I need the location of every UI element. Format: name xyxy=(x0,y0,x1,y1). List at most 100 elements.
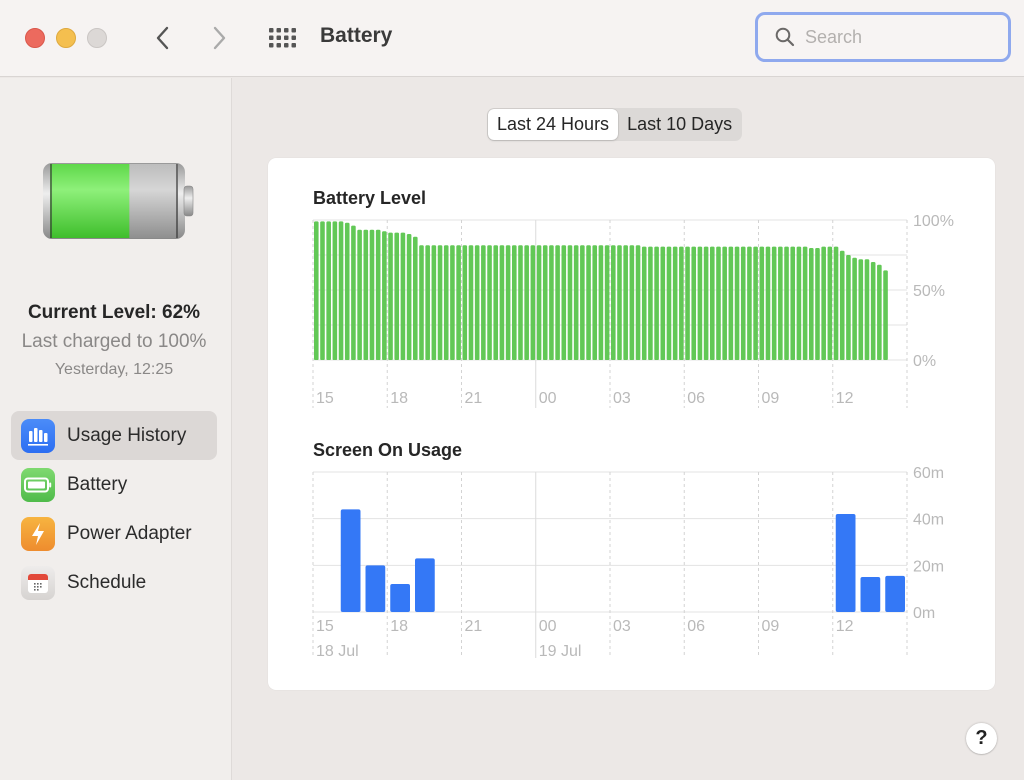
screen-y-tick-label: 20m xyxy=(913,558,944,575)
zoom-window-button[interactable] xyxy=(87,28,107,48)
battery-level-bar xyxy=(456,245,461,360)
battery-level-bar xyxy=(611,245,616,360)
battery-level-bar xyxy=(375,229,381,360)
battery-level-bar xyxy=(425,245,430,360)
battery-level-bar xyxy=(505,245,511,360)
battery-level-bar xyxy=(314,221,319,360)
battery-level-bar xyxy=(666,246,672,360)
screen-usage-bar xyxy=(390,584,410,612)
battery-level-graphic xyxy=(43,161,195,246)
time-range-segmented-control: Last 24 Hours Last 10 Days xyxy=(487,108,743,141)
last-charged-text: Last charged to 100% xyxy=(21,331,207,352)
battery-level-bar xyxy=(592,245,598,360)
battery-level-bar xyxy=(771,246,777,360)
sidebar-item-power-adapter[interactable]: Power Adapter xyxy=(11,509,217,558)
battery-x-tick-label: 06 xyxy=(687,390,705,407)
battery-level-bar xyxy=(654,246,659,360)
screen-usage-bar xyxy=(365,565,386,612)
battery-level-bar xyxy=(685,246,690,360)
battery-level-bar xyxy=(604,245,610,360)
battery-level-bar xyxy=(400,232,406,360)
sidebar-item-label: Battery xyxy=(67,473,128,495)
help-button[interactable]: ? xyxy=(966,723,997,754)
battery-level-bar xyxy=(753,246,758,360)
battery-level-bar xyxy=(833,246,839,360)
battery-level-bar xyxy=(728,246,734,360)
battery-level-bar xyxy=(338,221,344,360)
show-all-button[interactable] xyxy=(268,26,298,50)
battery-level-bar xyxy=(573,245,579,360)
battery-x-tick-label: 21 xyxy=(465,390,483,407)
battery-level-bar xyxy=(542,245,548,360)
battery-level-bar xyxy=(623,245,628,360)
current-level-text: Current Level: 62% xyxy=(27,302,201,323)
search-field[interactable] xyxy=(755,12,1011,62)
screen-usage-bar xyxy=(835,514,856,612)
sidebar-nav: Usage History Battery Power Adapter Sche… xyxy=(11,411,217,607)
battery-level-bar xyxy=(846,255,851,360)
battery-y-tick-label: 50% xyxy=(913,283,945,300)
grid-icon xyxy=(269,28,296,48)
last-charged-time: Yesterday, 12:25 xyxy=(54,361,174,378)
search-input[interactable] xyxy=(805,26,995,48)
schedule-icon xyxy=(21,565,55,600)
battery-level-bar xyxy=(567,245,573,360)
battery-level-bar xyxy=(363,229,369,360)
screen-usage-bar xyxy=(415,558,435,612)
screen-x-tick-label: 09 xyxy=(762,618,780,635)
battery-y-tick-label: 100% xyxy=(913,213,954,230)
battery-level-bar xyxy=(617,245,622,360)
battery-level-bar xyxy=(474,245,480,360)
battery-x-tick-label: 03 xyxy=(613,390,631,407)
battery-level-bar xyxy=(586,245,591,360)
sidebar-item-label: Schedule xyxy=(67,571,147,593)
battery-level-bar xyxy=(790,246,796,360)
screen-x-tick-label: 00 xyxy=(539,618,557,635)
battery-level-bar xyxy=(740,246,746,360)
screen-x-tick-label: 12 xyxy=(836,618,854,635)
battery-level-bar xyxy=(864,259,870,360)
battery-level-bar xyxy=(406,234,412,360)
forward-button[interactable] xyxy=(208,22,232,54)
battery-level-bar xyxy=(672,246,678,360)
battery-level-bar xyxy=(388,232,393,360)
battery-level-bar xyxy=(778,246,783,360)
battery-level-bar xyxy=(747,246,752,360)
screen-usage-bar xyxy=(860,577,881,612)
screen-date-label: 18 Jul xyxy=(316,643,359,660)
chevron-left-icon xyxy=(156,26,169,50)
chevron-right-icon xyxy=(213,26,226,50)
battery-level-bar xyxy=(734,246,740,360)
battery-level-bar xyxy=(796,246,802,360)
battery-level-bar xyxy=(344,222,350,360)
back-button[interactable] xyxy=(150,22,174,54)
screen-on-usage-chart: 0m 20m 40m 60m 15 18 21 00 03 06 09 12 18 Jul 19 Jul xyxy=(312,465,944,660)
battery-level-bar xyxy=(369,229,375,360)
battery-level-bar xyxy=(784,246,789,360)
battery-level-bar xyxy=(549,245,554,360)
minimize-window-button[interactable] xyxy=(56,28,76,48)
battery-level-bar xyxy=(351,225,356,360)
sidebar-item-battery[interactable]: Battery xyxy=(11,460,217,509)
sidebar-item-schedule[interactable]: Schedule xyxy=(11,558,217,607)
screen-usage-bar xyxy=(885,575,905,612)
battery-level-chart: 0% 50% 100% 15 18 21 00 03 06 09 12 xyxy=(312,213,954,408)
close-window-button[interactable] xyxy=(25,28,45,48)
battery-level-bar xyxy=(629,245,635,360)
battery-icon xyxy=(21,467,55,502)
tab-last-24-hours[interactable]: Last 24 Hours xyxy=(488,109,619,140)
battery-level-bar xyxy=(710,246,715,360)
sidebar-item-usage-history[interactable]: Usage History xyxy=(11,411,217,460)
battery-level-bar xyxy=(462,245,468,360)
battery-level-bar xyxy=(635,245,641,360)
sidebar-item-label: Power Adapter xyxy=(67,522,192,544)
screen-x-tick-label: 18 xyxy=(390,618,408,635)
battery-level-bar xyxy=(815,248,820,360)
battery-level-bar xyxy=(512,245,517,360)
battery-level-bar xyxy=(839,250,845,360)
battery-level-bar xyxy=(809,248,814,360)
battery-level-bar xyxy=(852,257,857,360)
battery-x-tick-label: 18 xyxy=(390,390,408,407)
screen-y-tick-label: 60m xyxy=(913,465,944,482)
tab-last-10-days[interactable]: Last 10 Days xyxy=(618,109,741,140)
